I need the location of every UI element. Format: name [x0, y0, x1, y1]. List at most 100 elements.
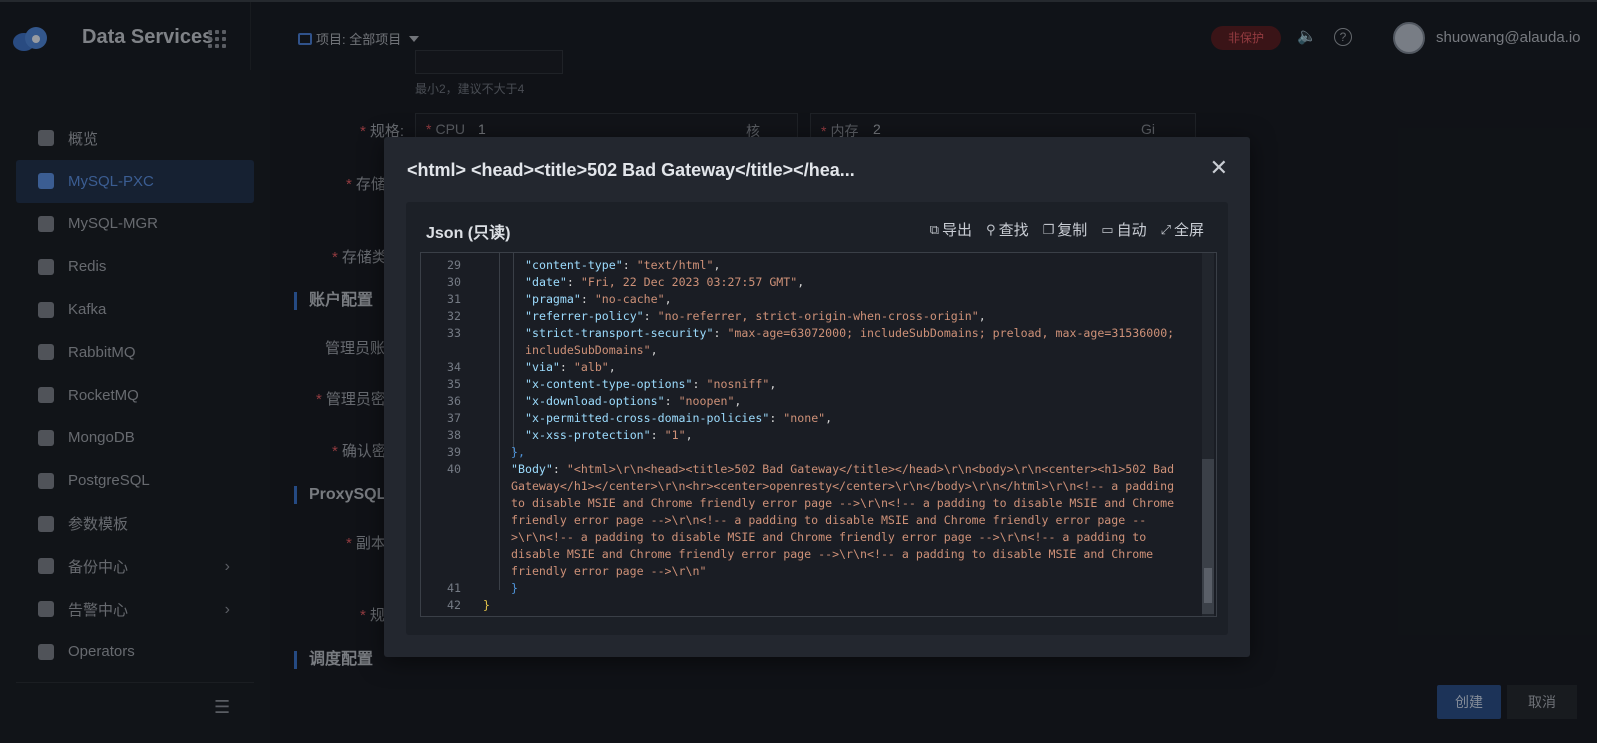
json-string: "Fri, 22 Dec 2023 03:27:57 GMT" [580, 275, 798, 289]
json-punct: : [622, 258, 637, 272]
line-number: 30 [447, 275, 461, 289]
json-code-editor[interactable]: 29 "content-type": "text/html", 30 "date": … [420, 252, 1217, 617]
scrollbar-thumb-inner[interactable] [1204, 568, 1212, 603]
json-string: "none" [783, 411, 826, 425]
line-number: 41 [447, 581, 461, 595]
json-punct: : [769, 411, 784, 425]
json-punct: : [713, 326, 728, 340]
line-number: 36 [447, 394, 461, 408]
code-text: "x-xss-protection": "1", [525, 427, 1195, 444]
code-line: 41} [421, 580, 1201, 597]
json-key: "x-content-type-options" [525, 377, 693, 391]
json-key: "date" [525, 275, 567, 289]
json-key: "x-permitted-cross-domain-policies" [525, 411, 770, 425]
export-icon: ⧉ [929, 221, 940, 237]
json-key: "referrer-policy" [525, 309, 644, 323]
line-number: 31 [447, 292, 461, 306]
code-text: "x-download-options": "noopen", [525, 393, 1195, 410]
line-number: 35 [447, 377, 461, 391]
code-text: "date": "Fri, 22 Dec 2023 03:27:57 GMT", [525, 274, 1195, 291]
code-text: "x-permitted-cross-domain-policies": "no… [525, 410, 1195, 427]
code-line: 31 "pragma": "no-cache", [421, 291, 1201, 308]
json-punct: , [797, 275, 805, 289]
code-line: 33 "strict-transport-security": "max-age=… [421, 325, 1201, 359]
line-number: 42 [447, 598, 461, 612]
code-line: 29 "content-type": "text/html", [421, 257, 1201, 274]
fullscreen-label: 全屏 [1173, 222, 1204, 239]
code-text: } [483, 598, 490, 612]
fullscreen-button[interactable]: ⤢ 全屏 [1161, 219, 1204, 240]
code-text: "Body": "<html>\r\n<head><title>502 Bad … [511, 461, 1181, 580]
auto-button[interactable]: ▭ 自动 [1101, 219, 1146, 240]
code-text: "strict-transport-security": "max-age=63… [525, 325, 1195, 359]
fullscreen-icon: ⤢ [1160, 221, 1171, 237]
copy-button[interactable]: ❐ 复制 [1043, 219, 1088, 240]
json-punct: , [825, 411, 833, 425]
export-label: 导出 [942, 222, 973, 239]
line-number: 37 [447, 411, 461, 425]
json-punct: : [566, 275, 581, 289]
json-punct: , [608, 360, 616, 374]
json-punct: , [650, 343, 658, 357]
code-line: 34 "via": "alb", [421, 359, 1201, 376]
json-dialog: <html> <head><title>502 Bad Gateway</tit… [384, 137, 1250, 657]
line-number: 40 [447, 462, 461, 476]
search-label: 查找 [998, 222, 1029, 239]
json-key: "content-type" [525, 258, 623, 272]
json-string: "noopen" [678, 394, 735, 408]
json-key: "x-xss-protection" [525, 428, 651, 442]
dialog-title: <html> <head><title>502 Bad Gateway</tit… [407, 160, 855, 180]
app-root: Data Services 项目: 全部项目 非保护 🔈 ? shuowang@… [0, 0, 1597, 743]
json-editor-panel: Json (只读) ⧉ 导出 ⚲ 查找 ❐ 复制 ▭ 自动 ⤢ 全屏 29 "content… [406, 202, 1228, 635]
line-number: 29 [447, 258, 461, 272]
code-text: }, [511, 445, 525, 459]
code-line: 35 "x-content-type-options": "nosniff", [421, 376, 1201, 393]
editor-toolbar: ⧉ 导出 ⚲ 查找 ❐ 复制 ▭ 自动 ⤢ 全屏 [930, 219, 1204, 240]
code-line: 38 "x-xss-protection": "1", [421, 427, 1201, 444]
code-lines: 29 "content-type": "text/html", 30 "date": … [421, 257, 1201, 614]
json-key: "via" [525, 360, 560, 374]
code-line: 37 "x-permitted-cross-domain-policies": "… [421, 410, 1201, 427]
json-punct: : [552, 462, 567, 476]
close-icon[interactable]: ✕ [1210, 155, 1228, 181]
json-string: "no-cache" [594, 292, 665, 306]
code-line: 39}, [421, 444, 1201, 461]
json-punct: , [685, 428, 693, 442]
line-number: 39 [447, 445, 461, 459]
code-line: 36 "x-download-options": "noopen", [421, 393, 1201, 410]
json-punct: : [650, 428, 665, 442]
json-punct: , [769, 377, 777, 391]
json-string: "1" [664, 428, 686, 442]
code-text: "x-content-type-options": "nosniff", [525, 376, 1195, 393]
editor-title: Json (只读) [426, 225, 511, 242]
json-punct: : [580, 292, 595, 306]
code-text: "content-type": "text/html", [525, 257, 1195, 274]
copy-label: 复制 [1057, 222, 1088, 239]
json-punct: : [664, 394, 679, 408]
json-punct: , [734, 394, 742, 408]
json-key: "pragma" [525, 292, 581, 306]
code-line: 40 "Body": "<html>\r\n<head><title>502 Ba… [421, 461, 1201, 580]
json-string: "no-referrer, strict-origin-when-cross-o… [657, 309, 979, 323]
line-number: 38 [447, 428, 461, 442]
search-icon: ⚲ [986, 221, 996, 237]
json-string: "<html>\r\n<head><title>502 Bad Gateway<… [511, 462, 1182, 578]
code-line: 32 "referrer-policy": "no-referrer, stric… [421, 308, 1201, 325]
line-number: 34 [447, 360, 461, 374]
json-punct: , [664, 292, 672, 306]
json-punct: : [559, 360, 574, 374]
json-string: "nosniff" [706, 377, 770, 391]
search-button[interactable]: ⚲ 查找 [986, 219, 1029, 240]
code-text: "via": "alb", [525, 359, 1195, 376]
monitor-icon: ▭ [1101, 221, 1114, 237]
code-text: } [511, 581, 518, 595]
json-string: "alb" [573, 360, 609, 374]
code-line: 42} [421, 597, 1201, 614]
json-punct: : [692, 377, 707, 391]
json-string: "text/html" [636, 258, 714, 272]
code-text: "pragma": "no-cache", [525, 291, 1195, 308]
json-punct: : [643, 309, 658, 323]
json-key: "x-download-options" [525, 394, 665, 408]
line-number: 33 [447, 326, 461, 340]
export-button[interactable]: ⧉ 导出 [930, 219, 972, 240]
